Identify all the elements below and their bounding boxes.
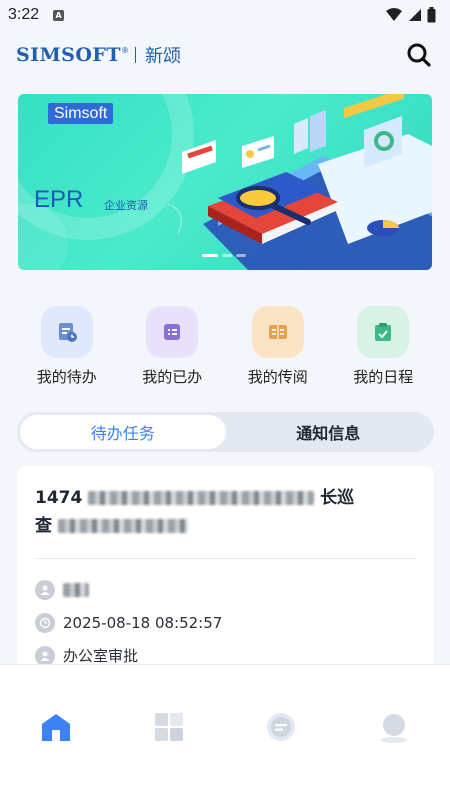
task-title-line2: 查	[35, 516, 52, 536]
app-header: SIMSOFT ® 新颂	[0, 30, 450, 80]
banner-title: EPR	[34, 186, 84, 213]
divider	[35, 558, 416, 559]
quick-action-label: 我的日程	[353, 368, 414, 386]
tab-pending-tasks[interactable]: 待办任务	[20, 415, 226, 449]
apps-grid-icon	[154, 713, 183, 741]
calendar-check-icon	[357, 306, 410, 358]
task-datetime: 2025-08-18 08:52:57	[63, 613, 223, 632]
profile-icon	[380, 714, 407, 743]
search-button[interactable]	[404, 40, 434, 70]
nav-home[interactable]	[26, 711, 86, 751]
quick-actions: 我的待办 我的已办 我的传阅 我的日程	[0, 306, 450, 387]
bottom-navigation	[0, 664, 450, 800]
redacted-text	[88, 491, 315, 505]
clock-icon	[35, 612, 55, 633]
tab-notifications[interactable]: 通知信息	[226, 415, 432, 449]
done-list-icon	[146, 306, 199, 358]
department-icon	[35, 645, 55, 666]
task-card[interactable]: 1474 长巡 查 2025-08-18 08:52:57 办公室审批	[17, 466, 434, 676]
pagination-dot[interactable]	[236, 254, 246, 257]
redacted-text	[57, 519, 188, 533]
home-icon	[42, 714, 71, 741]
app-notification-icon: A	[53, 9, 65, 21]
pagination-dot[interactable]	[202, 254, 218, 257]
quick-action-done[interactable]: 我的已办	[127, 306, 217, 387]
nav-apps[interactable]	[139, 711, 199, 751]
nav-messages[interactable]	[251, 711, 311, 751]
task-assignee-row	[35, 573, 416, 606]
task-time-row: 2025-08-18 08:52:57	[35, 606, 416, 639]
user-icon	[35, 579, 55, 600]
promo-banner[interactable]: Simsoft EPR 企业资源	[18, 94, 432, 270]
search-icon	[407, 43, 431, 67]
brand-name-cn: 新颂	[145, 46, 182, 67]
signal-icon	[409, 9, 421, 21]
status-time: 3:22	[8, 6, 40, 23]
quick-action-todo[interactable]: 我的待办	[22, 306, 112, 387]
status-indicators	[385, 7, 436, 23]
task-title: 1474 长巡 查	[35, 484, 416, 540]
pagination-dot[interactable]	[222, 254, 232, 257]
todo-icon	[40, 306, 93, 358]
quick-action-schedule[interactable]: 我的日程	[338, 306, 428, 387]
nav-profile[interactable]	[364, 711, 424, 751]
registered-mark: ®	[121, 45, 130, 55]
quick-action-label: 我的已办	[142, 368, 203, 386]
message-icon	[267, 713, 296, 741]
task-title-tail: 长巡	[320, 488, 355, 508]
book-icon	[251, 306, 304, 358]
quick-action-circulate[interactable]: 我的传阅	[233, 306, 323, 387]
task-id: 1474	[35, 488, 83, 508]
wifi-icon	[386, 8, 402, 21]
status-bar: 3:22 A	[0, 0, 450, 30]
banner-subtitle: 企业资源	[104, 199, 148, 212]
banner-brand-label: Simsoft	[48, 103, 114, 124]
quick-action-label: 我的传阅	[247, 368, 308, 386]
banner-pagination	[202, 254, 246, 257]
logo-divider	[135, 47, 137, 63]
battery-icon	[427, 7, 436, 23]
redacted-text	[63, 582, 89, 597]
brand-logo: SIMSOFT	[16, 44, 122, 66]
task-department: 办公室审批	[63, 647, 139, 665]
quick-action-label: 我的待办	[36, 368, 97, 386]
task-tabs: 待办任务 通知信息	[17, 412, 434, 452]
